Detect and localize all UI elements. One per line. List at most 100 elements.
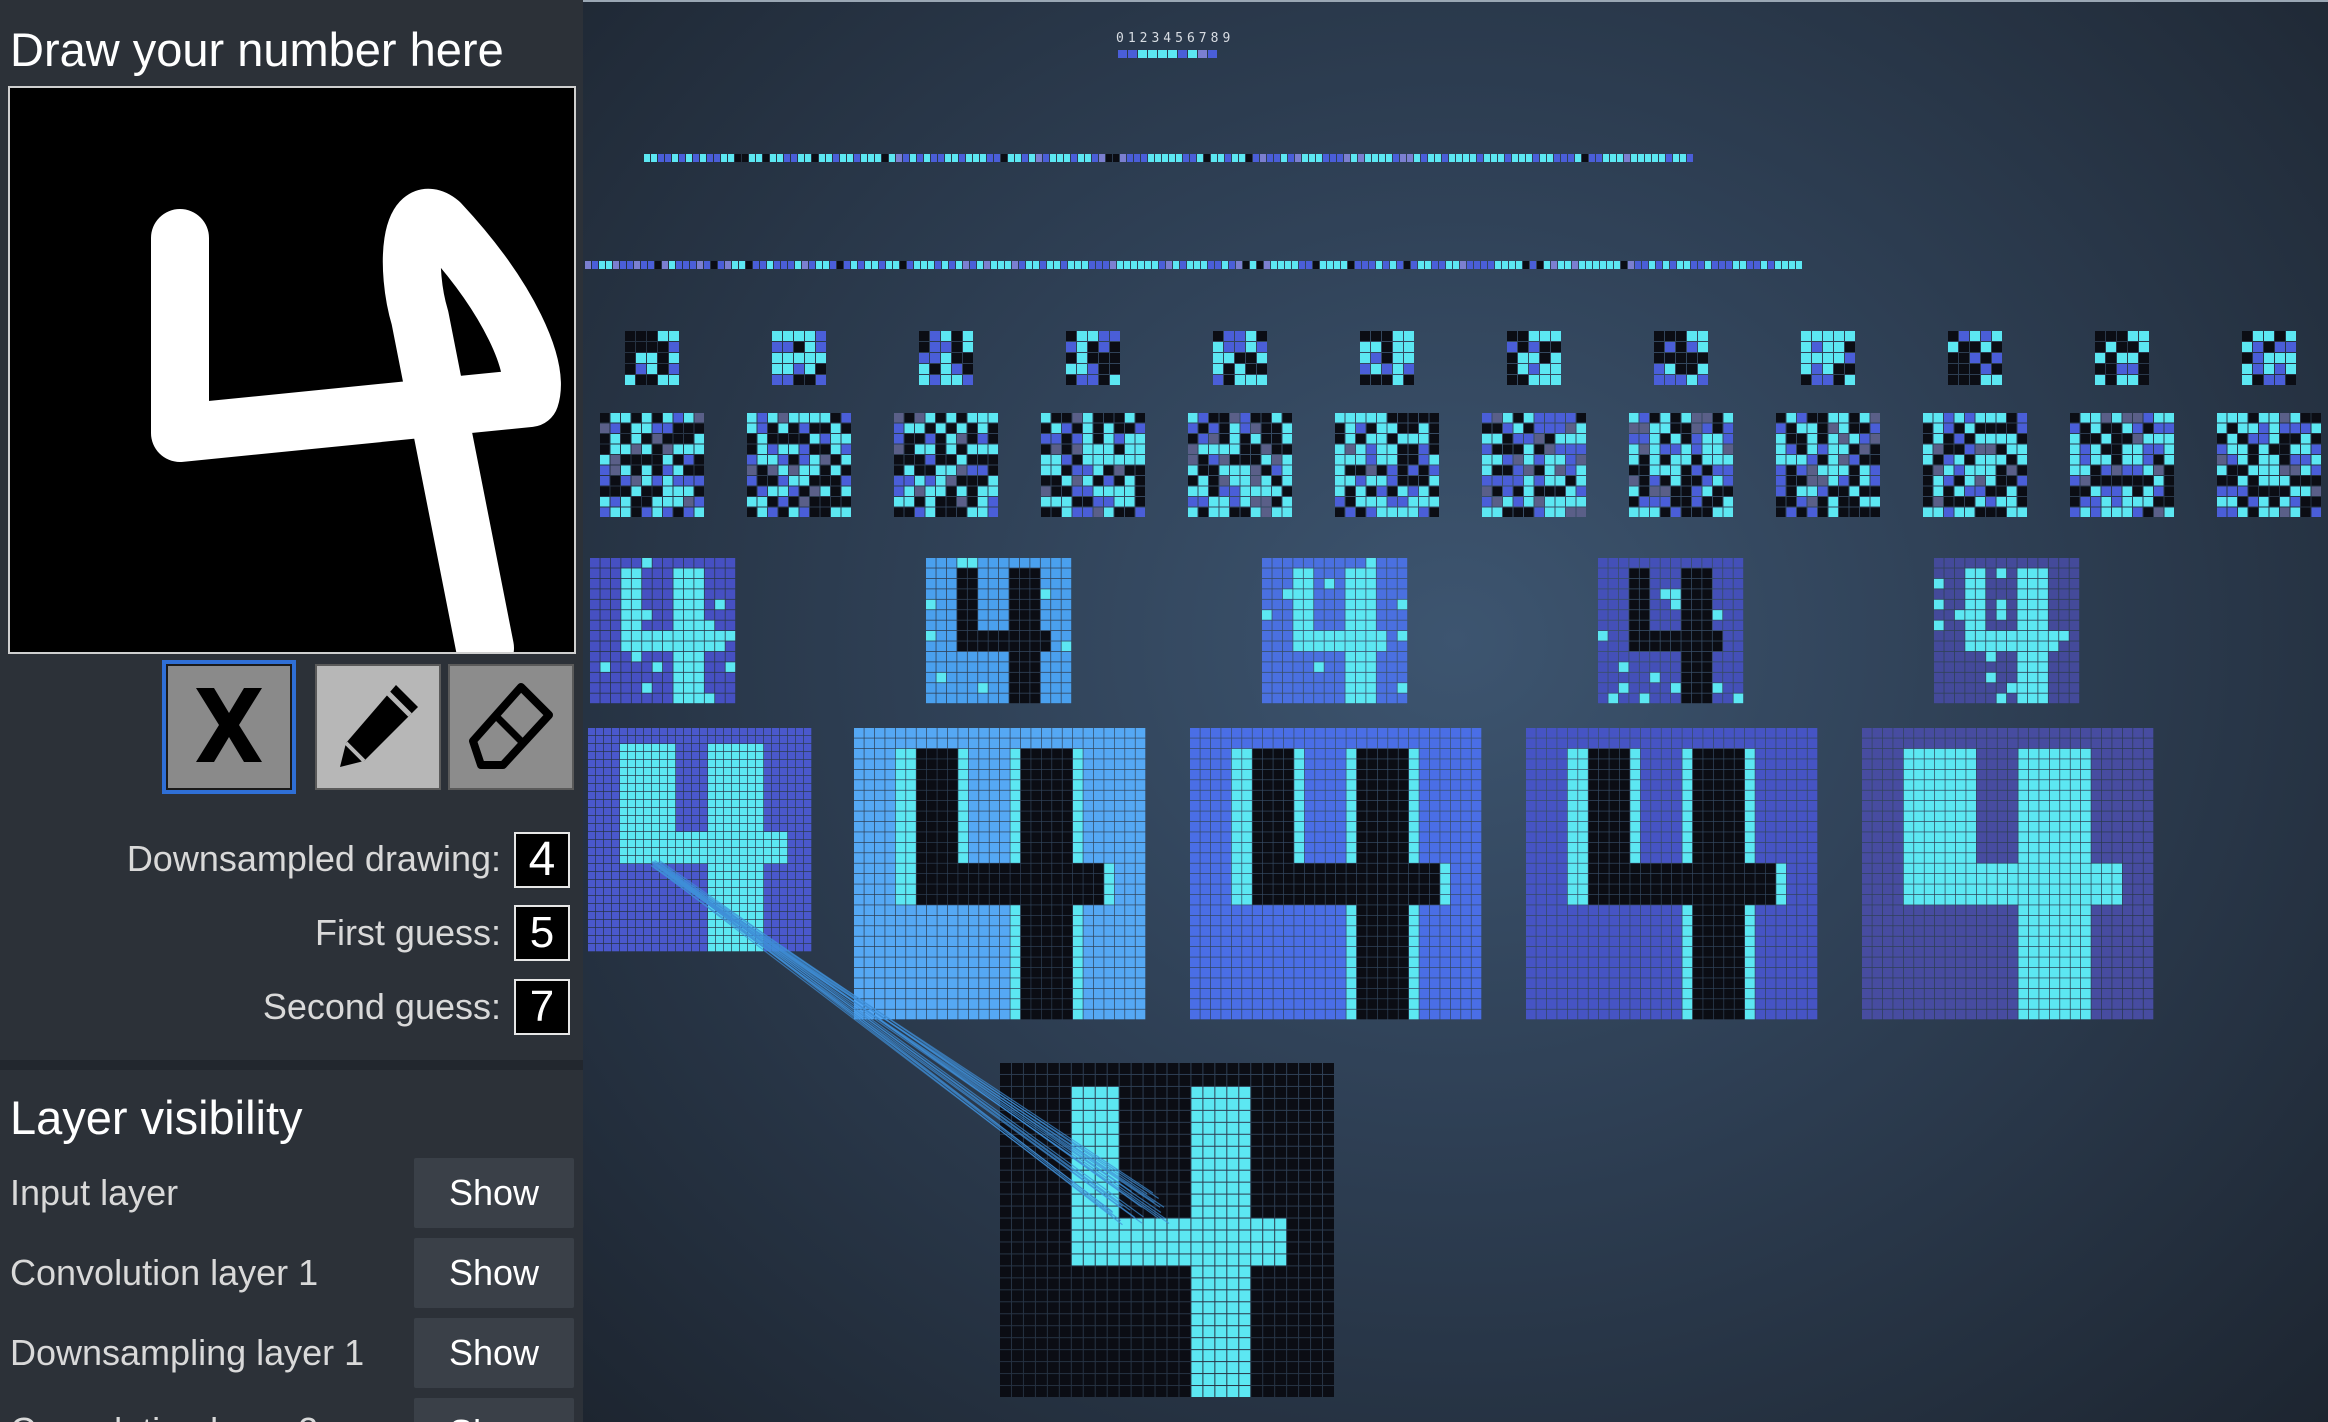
conv1-cell — [604, 736, 612, 744]
conv1-cell — [796, 840, 804, 848]
pool1-cell — [1272, 558, 1283, 568]
conv2-cell — [1723, 476, 1733, 486]
conv1-cell — [596, 872, 604, 880]
conv1-cell — [895, 728, 906, 738]
drawing-canvas[interactable] — [10, 88, 574, 652]
pool1-cell — [2007, 672, 2017, 683]
conv1-cell — [684, 808, 692, 816]
conv2-cell — [1503, 507, 1513, 517]
network-visualization[interactable] — [583, 0, 2328, 1422]
show-conv1-button[interactable]: Show — [414, 1238, 574, 1308]
conv1-cell — [1440, 905, 1451, 916]
pool1-cell — [1314, 662, 1324, 672]
conv1-cell — [692, 944, 700, 952]
pool2-cell — [816, 364, 826, 374]
pool1-cell — [2048, 672, 2059, 683]
pool1-cell — [936, 599, 947, 610]
conv1-cell — [1135, 999, 1146, 1009]
pool1-cell — [1639, 662, 1650, 672]
pool1-cell — [1944, 693, 1955, 704]
pool1-cell — [957, 631, 967, 641]
conv1-cell — [1062, 790, 1073, 801]
pool2-cell — [1823, 342, 1833, 352]
clear-button[interactable] — [166, 664, 292, 790]
conv2-cell — [1062, 507, 1072, 517]
eraser-button[interactable] — [448, 664, 574, 790]
conv2-cell — [820, 476, 830, 486]
pool2-cell — [1551, 364, 1561, 374]
conv1-cell — [1440, 780, 1451, 790]
conv1-cell — [1031, 905, 1042, 916]
fc1-node — [1712, 261, 1718, 269]
fc1-node — [963, 261, 969, 269]
conv2-cell — [1944, 476, 1954, 486]
conv1-cell — [1336, 853, 1346, 863]
conv1-cell — [1273, 936, 1284, 947]
conv1-cell — [596, 840, 604, 848]
conv2-cell — [1986, 413, 1996, 423]
pool1-cell — [2069, 683, 2080, 693]
conv2-cell — [2017, 444, 2027, 454]
conv1-cell — [1135, 936, 1146, 947]
pool1-cell — [683, 558, 694, 568]
show-downsample1-button[interactable]: Show — [414, 1318, 574, 1388]
conv2-cell — [957, 465, 967, 475]
conv1-cell — [676, 800, 684, 808]
conv1-cell — [1052, 957, 1062, 968]
pool1-cell — [1262, 672, 1272, 683]
pool1-cell — [1293, 589, 1303, 599]
fc1-node — [1719, 261, 1725, 269]
fc1-node — [942, 261, 948, 269]
pool1-cell — [1030, 683, 1040, 693]
conv1-cell — [1346, 780, 1357, 790]
conv2-cell — [1072, 434, 1082, 444]
pool1-cell — [1996, 641, 2007, 652]
conv2-cell — [1429, 507, 1439, 517]
conv2-cell — [2143, 465, 2153, 475]
conv2-cell — [684, 434, 694, 444]
pencil-button[interactable] — [315, 664, 441, 790]
pool2-cell — [1382, 353, 1392, 363]
conv2-cell — [1335, 497, 1345, 507]
conv1-cell — [1052, 811, 1062, 822]
conv2-cell — [2112, 486, 2122, 496]
pool1-cell — [1262, 599, 1272, 610]
conv1-cell — [937, 780, 948, 790]
conv1-cell — [588, 784, 596, 792]
conv2-cell — [2017, 486, 2027, 496]
conv2-cell — [2091, 476, 2101, 486]
pool2-cell — [794, 364, 804, 374]
conv2-cell — [1839, 465, 1849, 475]
conv1-cell — [1200, 832, 1211, 843]
conv1-cell — [1304, 728, 1315, 738]
pool1-cell — [1691, 599, 1702, 610]
pool1-cell — [652, 620, 663, 631]
conv1-cell — [1041, 957, 1052, 968]
conv1-cell — [1356, 874, 1367, 884]
pool1-cell — [2017, 651, 2028, 662]
pool1-cell — [2027, 620, 2038, 631]
pool1-cell — [2007, 589, 2017, 599]
show-conv2-button[interactable]: Show — [414, 1398, 574, 1422]
pool2-cell — [1235, 353, 1245, 363]
pool1-cell — [1986, 578, 1996, 589]
conv2-cell — [1482, 476, 1492, 486]
pool1-cell — [2069, 558, 2080, 568]
conv1-cell — [676, 912, 684, 920]
conv2-cell — [684, 423, 694, 433]
conv1-cell — [1083, 915, 1094, 926]
fc2-node — [1526, 154, 1532, 162]
conv2-cell — [1566, 434, 1576, 444]
show-input-layer-button[interactable]: Show — [414, 1158, 574, 1228]
conv1-cell — [1346, 769, 1357, 780]
pool1-cell — [1598, 683, 1608, 693]
pool2-cell — [1110, 331, 1120, 341]
conv1-cell — [1263, 842, 1273, 853]
pool1-cell — [1282, 620, 1293, 631]
pool1-cell — [988, 578, 999, 589]
pool1-cell — [978, 693, 988, 704]
pool1-cell — [2017, 683, 2028, 693]
conv1-cell — [1388, 801, 1398, 811]
conv1-cell — [636, 944, 644, 952]
conv2-cell — [1093, 444, 1103, 454]
